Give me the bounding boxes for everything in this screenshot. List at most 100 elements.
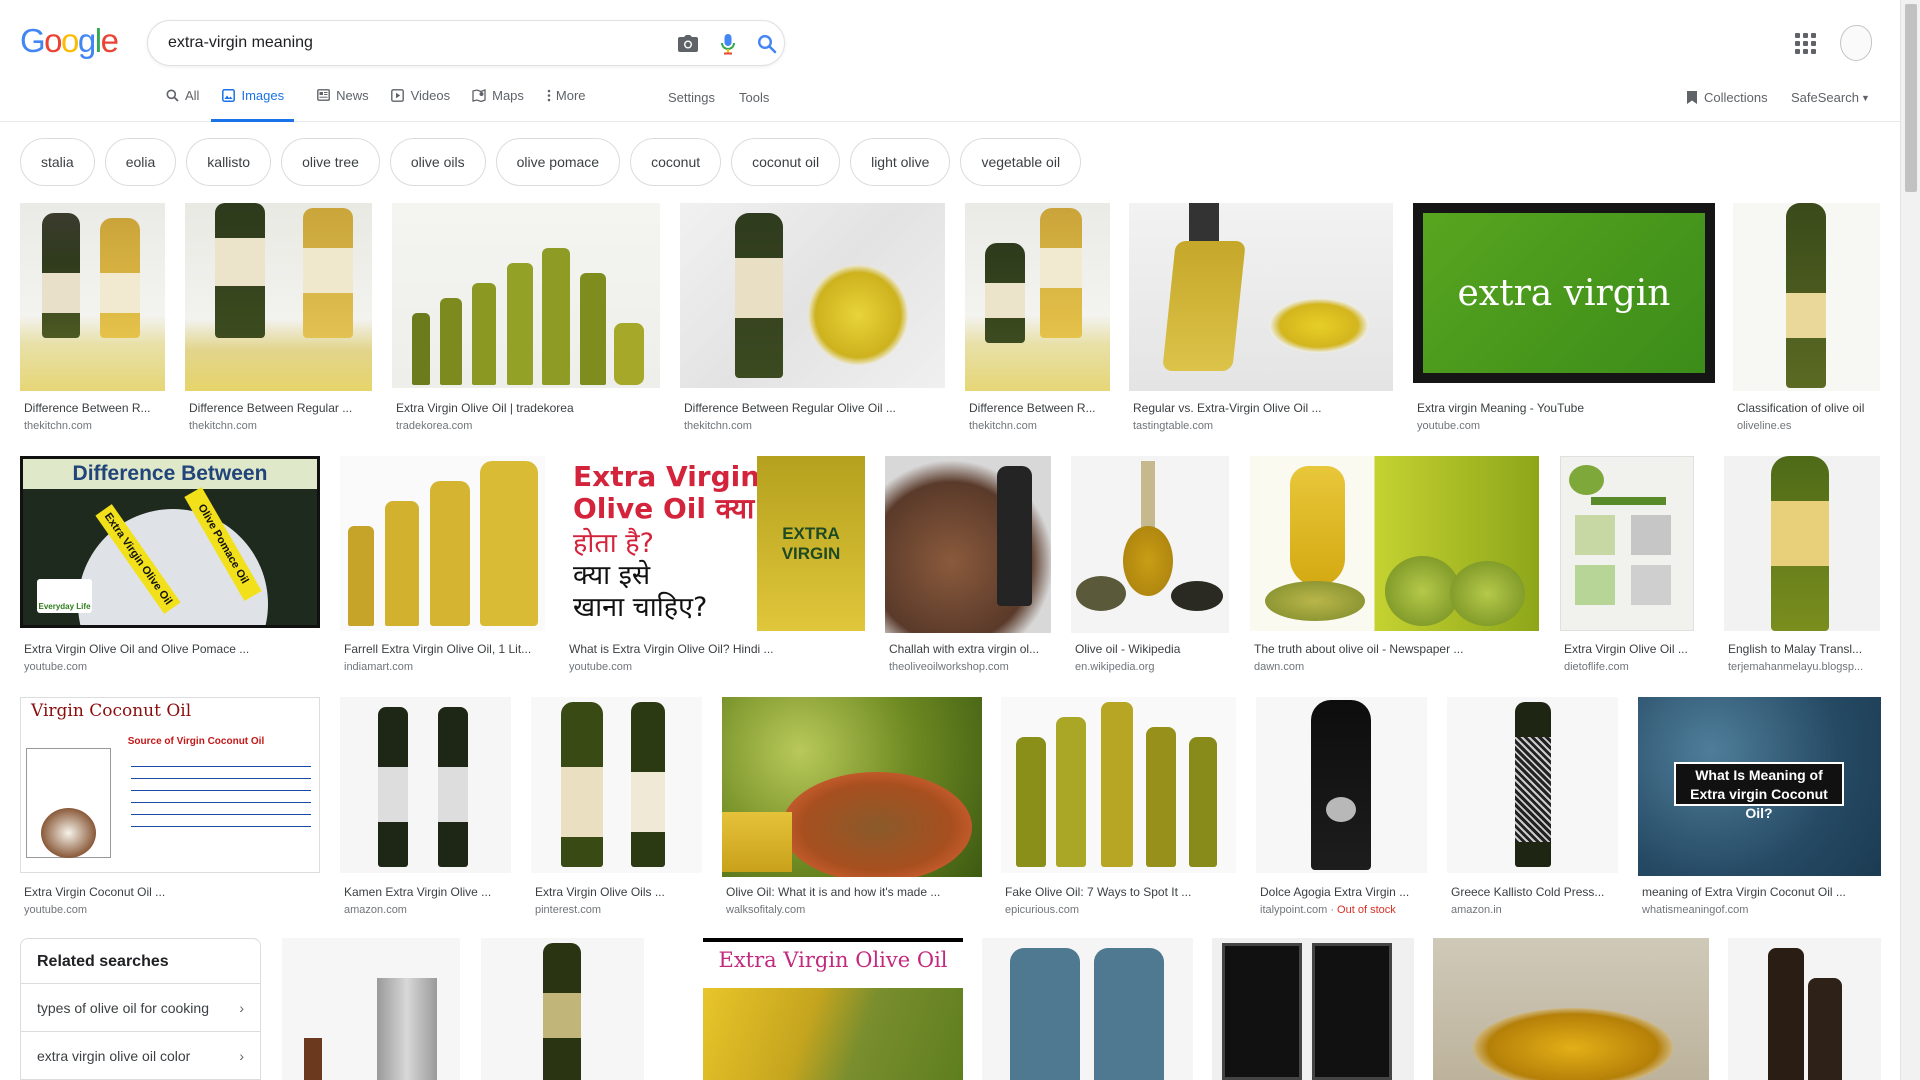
result-title: Olive Oil: What it is and how it's made … (726, 885, 941, 899)
image-result[interactable]: Difference Between R... thekitchn.com (20, 203, 165, 433)
collections-link[interactable]: Collections (1686, 90, 1768, 105)
result-title: Extra Virgin Olive Oil | tradekorea (396, 401, 574, 415)
camera-icon[interactable] (676, 32, 700, 56)
thumbnail-label: EXTRA VIRGIN (757, 456, 865, 631)
related-search-item[interactable]: types of olive oil for cooking › (21, 984, 260, 1032)
image-result[interactable]: Extra Virgin Olive Oils ... pinterest.co… (531, 697, 703, 917)
result-title: Extra Virgin Olive Oil and Olive Pomace … (24, 642, 250, 656)
result-thumbnail (1129, 203, 1393, 391)
result-title: meaning of Extra Virgin Coconut Oil ... (1642, 885, 1846, 899)
search-input[interactable]: extra-virgin meaning (168, 34, 313, 52)
thumbnail-subheading: Source of Virgin Coconut Oil (127, 736, 265, 747)
result-source: terjemahanmelayu.blogsp... (1728, 661, 1864, 673)
result-thumbnail (885, 456, 1051, 633)
image-result[interactable]: extra virgin Extra virgin Meaning - YouT… (1413, 203, 1715, 433)
result-thumbnail: Extra Virgin Olive Oil (703, 938, 963, 1080)
image-result[interactable] (1728, 938, 1881, 1080)
image-result[interactable]: Difference Between Regular Olive Oil ...… (680, 203, 945, 433)
scrollbar-thumb[interactable] (1905, 4, 1917, 192)
result-title: Challah with extra virgin ol... (889, 642, 1040, 656)
result-thumbnail: What Is Meaning of Extra virgin Coconut … (1638, 697, 1881, 876)
chip[interactable]: olive tree (281, 138, 380, 186)
related-search-item[interactable]: extra virgin olive oil color › (21, 1032, 260, 1080)
image-result[interactable]: Kamen Extra Virgin Olive ... amazon.com (340, 697, 512, 917)
search-icon (165, 88, 179, 102)
tab-more[interactable]: More (546, 88, 586, 122)
search-icon[interactable] (755, 32, 779, 56)
tab-videos[interactable]: Videos (391, 88, 450, 122)
result-title: Fake Olive Oil: 7 Ways to Spot It ... (1005, 885, 1192, 899)
safesearch-dropdown[interactable]: SafeSearch ▼ (1791, 90, 1870, 105)
image-result[interactable]: Extra Virgin Olive Oil (703, 938, 963, 1080)
image-result[interactable]: English to Malay Transl... terjemahanmel… (1724, 456, 1881, 676)
microphone-icon[interactable] (716, 32, 740, 56)
chip[interactable]: light olive (850, 138, 951, 186)
image-result[interactable] (1433, 938, 1709, 1080)
chip[interactable]: eolia (104, 138, 177, 186)
image-result[interactable]: The truth about olive oil - Newspaper ..… (1250, 456, 1540, 676)
chevron-right-icon: › (239, 1047, 244, 1064)
result-source: amazon.com (344, 904, 407, 916)
scrollbar[interactable] (1900, 0, 1920, 1080)
search-box[interactable]: extra-virgin meaning (147, 20, 785, 66)
result-title: Farrell Extra Virgin Olive Oil, 1 Lit... (344, 642, 532, 656)
image-result[interactable] (982, 938, 1193, 1080)
result-source: dietoflife.com (1564, 661, 1629, 673)
tab-maps[interactable]: Maps (472, 88, 524, 122)
chip[interactable]: stalia (20, 138, 95, 186)
image-result[interactable]: Extra Virgin Olive Oil ... dietoflife.co… (1560, 456, 1694, 676)
result-title: Difference Between Regular Olive Oil ... (684, 401, 896, 415)
thumbnail-heading-1: Extra Virgin (573, 460, 761, 493)
image-result[interactable]: Dolce Agogia Extra Virgin ... italypoint… (1256, 697, 1428, 917)
result-thumbnail: Extra Virgin Olive Oil क्या होता है? क्य… (565, 456, 865, 631)
image-result[interactable] (1212, 938, 1414, 1080)
tab-images[interactable]: Images (211, 88, 295, 122)
image-result[interactable]: What Is Meaning of Extra virgin Coconut … (1638, 697, 1881, 917)
image-result[interactable]: Extra Virgin Olive Oil | tradekorea trad… (392, 203, 660, 433)
tab-label: All (185, 88, 200, 103)
image-result[interactable]: Classification of olive oil oliveline.es (1733, 203, 1881, 433)
thumbnail-caption: extra virgin (1423, 213, 1705, 373)
image-result[interactable]: Extra Virgin Olive Oil क्या होता है? क्य… (565, 456, 866, 676)
apps-grid-icon[interactable] (1795, 33, 1817, 55)
image-result[interactable]: Greece Kallisto Cold Press... amazon.in (1447, 697, 1619, 917)
result-source: thekitchn.com (969, 420, 1037, 432)
related-searches-title: Related searches (21, 939, 260, 984)
result-title: What is Extra Virgin Olive Oil? Hindi ..… (569, 642, 774, 656)
image-result[interactable]: Difference Between R... thekitchn.com (965, 203, 1110, 433)
chip[interactable]: olive pomace (495, 138, 621, 186)
tab-news[interactable]: News (316, 88, 369, 122)
chip[interactable]: vegetable oil (960, 138, 1082, 186)
image-result[interactable]: Challah with extra virgin ol... theolive… (885, 456, 1052, 676)
tab-all[interactable]: All (165, 88, 199, 122)
image-result[interactable] (282, 938, 460, 1080)
image-result[interactable]: Olive oil - Wikipedia en.wikipedia.org (1071, 456, 1230, 676)
result-title: Classification of olive oil (1737, 401, 1865, 415)
safesearch-label: SafeSearch (1791, 90, 1859, 105)
image-result[interactable]: Regular vs. Extra-Virgin Olive Oil ... t… (1129, 203, 1393, 433)
image-result[interactable]: Olive Oil: What it is and how it's made … (722, 697, 982, 917)
image-result[interactable]: Virgin Coconut Oil Source of Virgin Coco… (20, 697, 321, 917)
google-logo[interactable]: Google (20, 22, 119, 60)
result-title: Extra Virgin Coconut Oil ... (24, 885, 166, 899)
chip[interactable]: kallisto (186, 138, 272, 186)
image-result[interactable]: Fake Olive Oil: 7 Ways to Spot It ... ep… (1001, 697, 1237, 917)
image-result[interactable]: Difference Between Regular ... thekitchn… (185, 203, 373, 433)
logo-letter: o (44, 22, 62, 59)
result-source: walksofitaly.com (726, 904, 806, 916)
chip[interactable]: coconut (630, 138, 722, 186)
image-result[interactable] (481, 938, 644, 1080)
avatar[interactable] (1840, 25, 1872, 61)
tab-label: Images (241, 88, 285, 103)
chip[interactable]: olive oils (389, 138, 486, 186)
logo-letter: e (100, 22, 119, 59)
chip[interactable]: coconut oil (731, 138, 841, 186)
result-thumbnail (1733, 203, 1880, 391)
tools-link[interactable]: Tools (739, 90, 769, 105)
image-result[interactable]: Farrell Extra Virgin Olive Oil, 1 Lit...… (340, 456, 545, 676)
result-source: oliveline.es (1737, 420, 1792, 432)
result-thumbnail (282, 938, 460, 1080)
image-result[interactable]: Difference Between Extra Virgin Olive Oi… (20, 456, 321, 676)
video-icon (391, 88, 405, 102)
settings-link[interactable]: Settings (668, 90, 715, 105)
